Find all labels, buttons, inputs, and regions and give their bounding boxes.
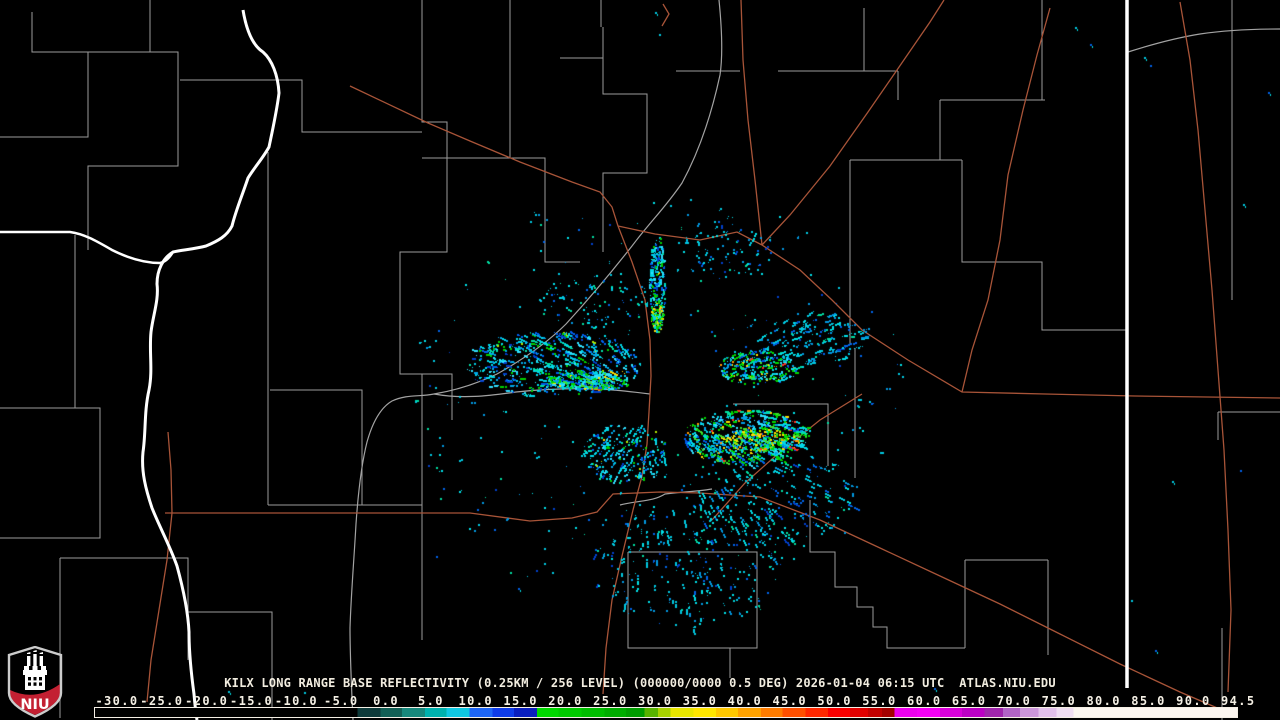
- scale-label: 65.0: [951, 694, 987, 708]
- scale-label: 10.0: [458, 694, 494, 708]
- scale-label: 45.0: [772, 694, 807, 708]
- scale-label: 60.0: [907, 694, 942, 708]
- scale-label: 80.0: [1086, 694, 1121, 708]
- scale-label: 75.0: [1041, 694, 1077, 708]
- scale-label: 15.0: [503, 694, 538, 708]
- scale-label: 55.0: [862, 694, 897, 708]
- scale-label: -20.0: [185, 694, 229, 708]
- scale-label: 70.0: [996, 694, 1032, 708]
- radar-echoes: [0, 0, 1280, 720]
- scale-label: 35.0: [682, 694, 718, 708]
- scale-label: 90.0: [1176, 694, 1211, 708]
- scale-label: 85.0: [1131, 694, 1166, 708]
- scale-label: 5.0: [418, 694, 444, 708]
- scale-label: 20.0: [548, 694, 583, 708]
- scale-label: -5.0: [324, 694, 359, 708]
- scale-labels: -30.0 -25.0 -20.0 -15.0 -10.0 -5.0 0.0 5.0 10.0 1…: [0, 694, 1280, 708]
- scale-label: -10.0: [274, 694, 318, 708]
- scale-label: -15.0: [229, 694, 274, 708]
- radar-display: KILX LONG RANGE BASE REFLECTIVITY (0.25K…: [0, 0, 1280, 720]
- scale-label: 40.0: [727, 694, 763, 708]
- scale-label: 30.0: [637, 694, 673, 708]
- niu-logo-text: NIU: [20, 697, 49, 713]
- scale-label: -25.0: [140, 694, 184, 708]
- reflectivity-colorbar: [94, 707, 1238, 718]
- niu-shield-icon: NIU: [7, 646, 63, 718]
- scale-label: 94.5: [1221, 694, 1256, 708]
- scale-label: 25.0: [593, 694, 628, 708]
- niu-logo: NIU: [7, 646, 63, 718]
- scale-label: 0.0: [373, 694, 400, 708]
- scale-label: -30.0: [95, 694, 139, 708]
- product-title: KILX LONG RANGE BASE REFLECTIVITY (0.25K…: [224, 676, 1056, 690]
- scale-label: 50.0: [817, 694, 852, 708]
